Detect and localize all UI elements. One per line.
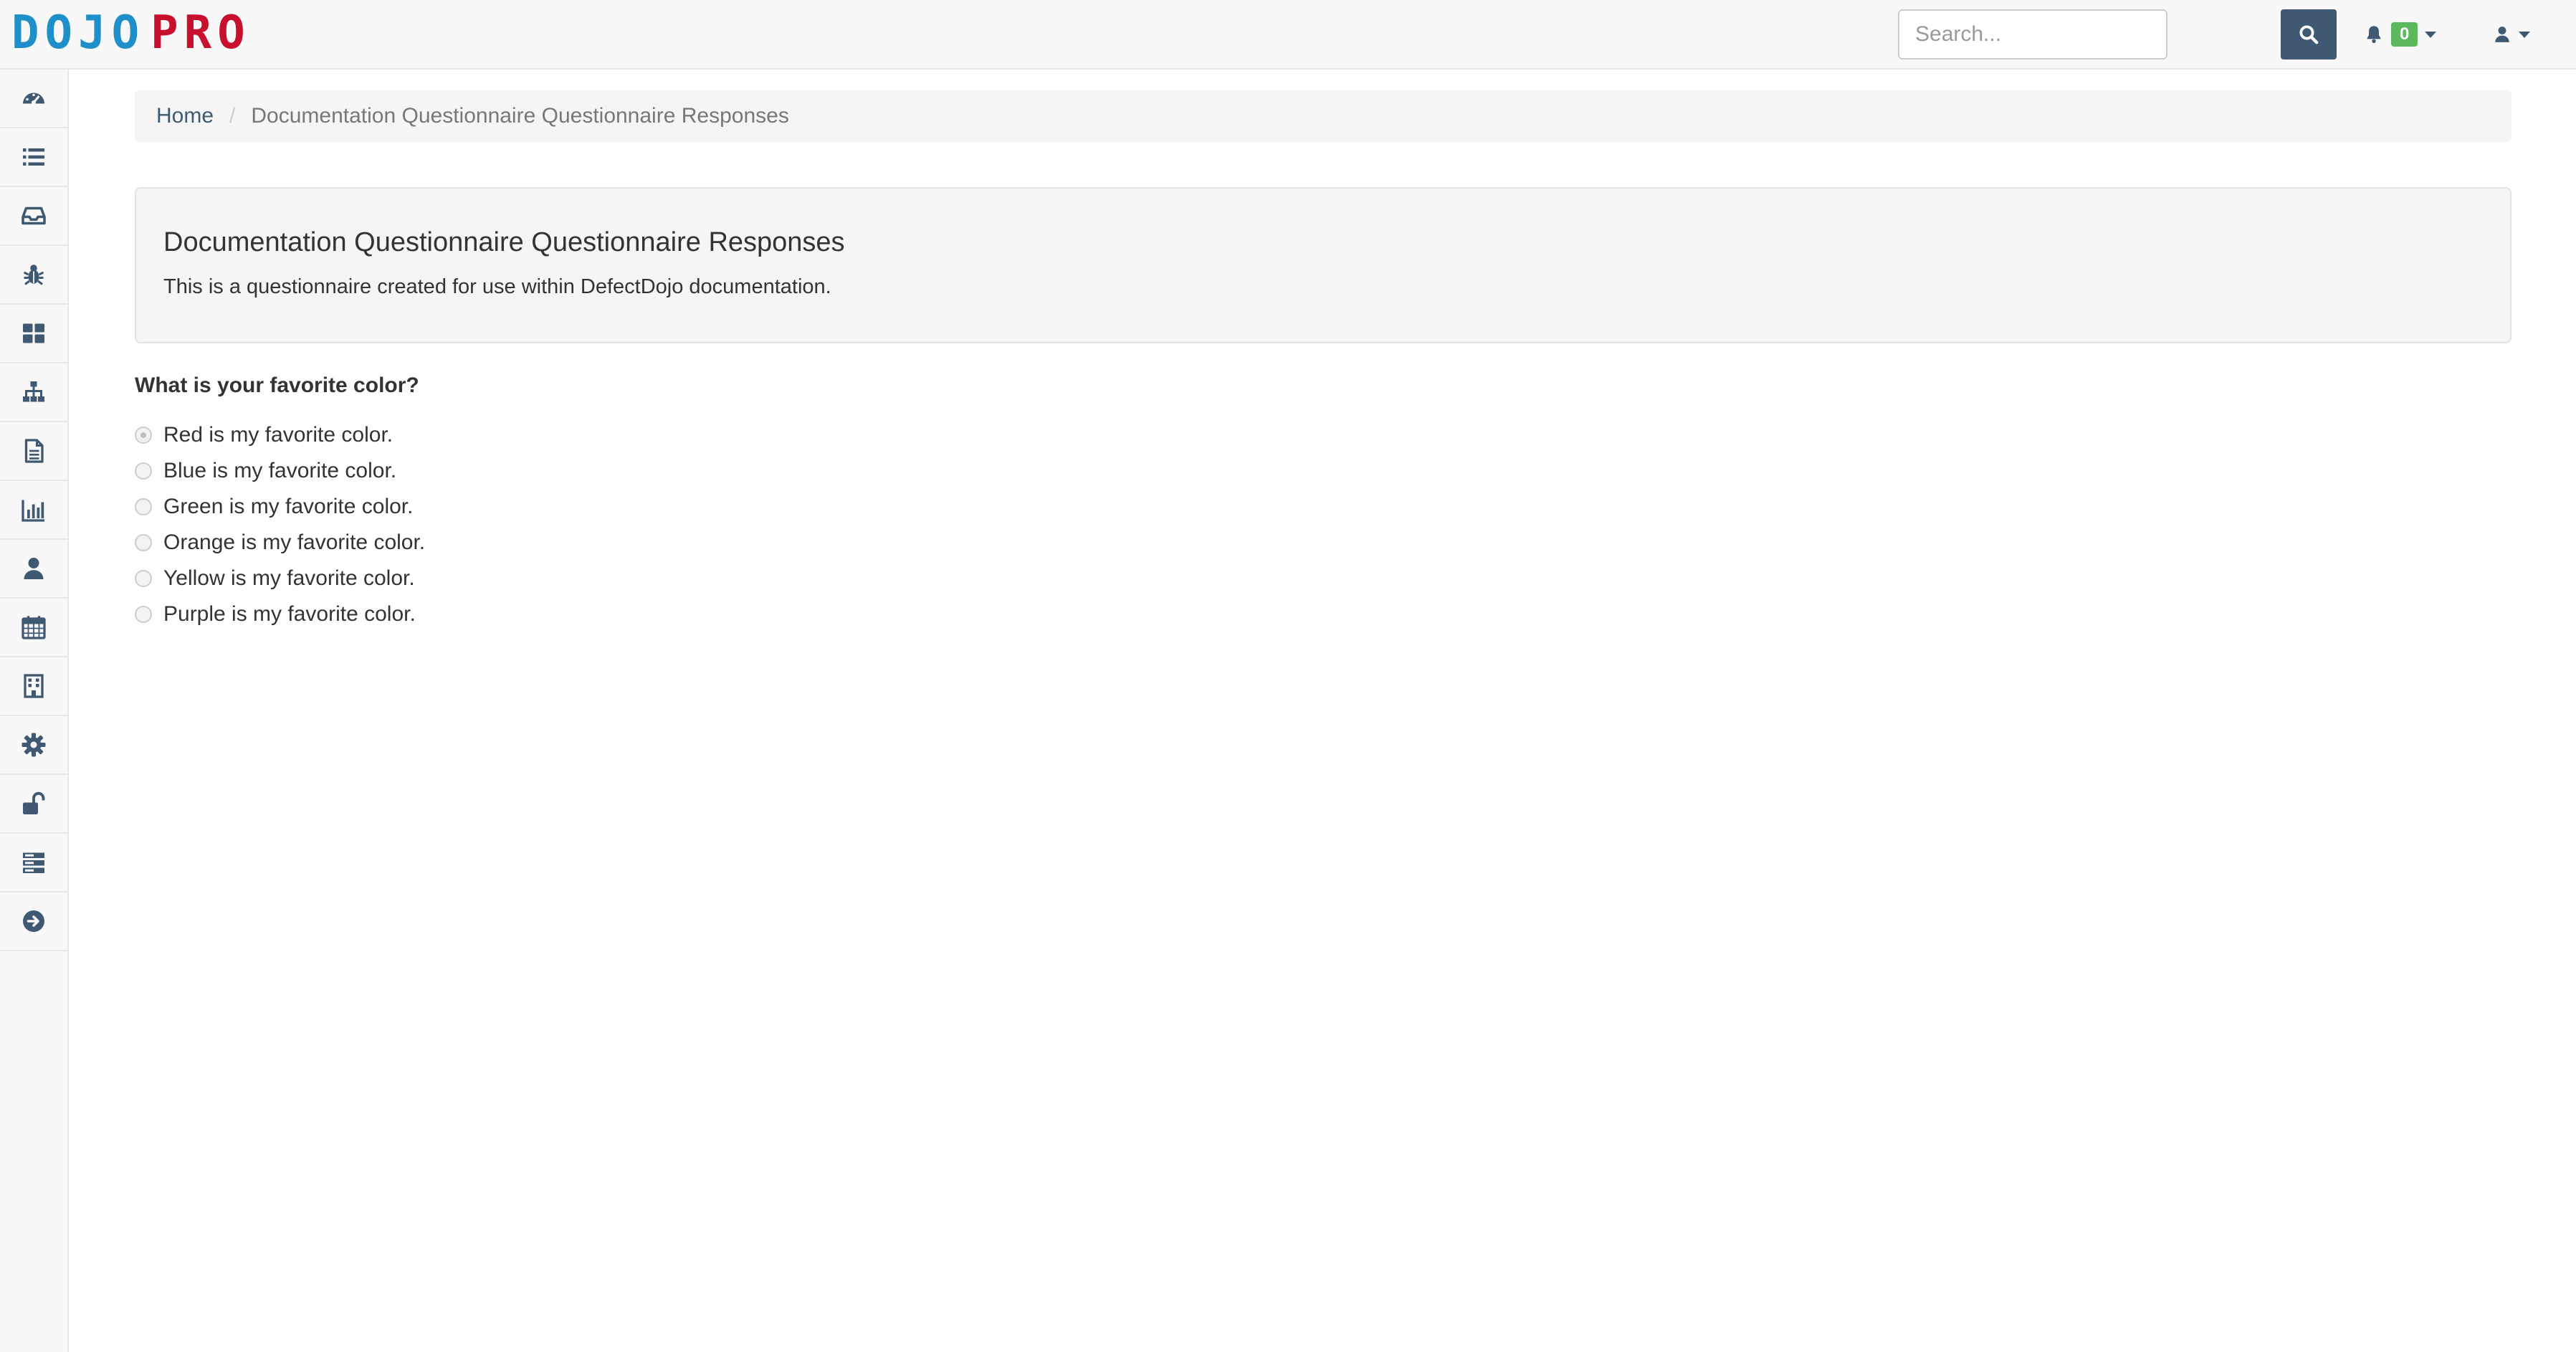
chevron-down-icon (2519, 31, 2530, 38)
answer-label: Purple is my favorite color. (163, 602, 416, 626)
gear-icon (22, 733, 46, 757)
notifications-dropdown[interactable]: 0 (2364, 20, 2437, 49)
questionnaire-description: This is a questionnaire created for use … (163, 275, 831, 298)
breadcrumb-separator: / (229, 104, 236, 128)
sidebar-item-endpoints[interactable] (0, 363, 67, 422)
inbox-icon (22, 206, 46, 225)
answer-label: Green is my favorite color. (163, 495, 414, 518)
server-icon (23, 852, 44, 873)
logo-text-pro: PRO (151, 6, 251, 59)
sidebar-item-calendar[interactable] (0, 599, 67, 657)
sidebar-item-system[interactable] (0, 834, 67, 892)
search-button[interactable] (2281, 9, 2337, 59)
calendar-icon (22, 616, 46, 639)
dojo-pro-logo[interactable]: DOJO PRO (11, 10, 284, 56)
user-icon (24, 558, 44, 579)
arrow-circle-right-icon (23, 910, 44, 932)
sidebar (0, 70, 69, 1352)
answer-label: Red is my favorite color. (163, 423, 393, 447)
search-container (1898, 9, 2167, 59)
sitemap-icon (23, 381, 44, 402)
building-icon (24, 674, 44, 698)
answer-option-orange[interactable]: Orange is my favorite color. (135, 525, 425, 561)
radio-button[interactable] (135, 498, 152, 515)
sidebar-item-reports[interactable] (0, 422, 67, 481)
answer-option-blue[interactable]: Blue is my favorite color. (135, 453, 425, 489)
sidebar-item-expand[interactable] (0, 892, 67, 951)
user-menu-dropdown[interactable] (2493, 20, 2530, 49)
search-icon (2299, 25, 2319, 44)
radio-button[interactable] (135, 606, 152, 623)
sidebar-item-findings[interactable] (0, 246, 67, 305)
sidebar-item-users[interactable] (0, 540, 67, 599)
sidebar-item-engagements[interactable] (0, 187, 67, 246)
sidebar-item-configuration[interactable] (0, 716, 67, 775)
document-icon (24, 439, 44, 463)
search-input[interactable] (1898, 9, 2167, 59)
answer-option-red[interactable]: Red is my favorite color. (135, 417, 425, 453)
answer-label: Blue is my favorite color. (163, 459, 397, 482)
notification-count-badge: 0 (2391, 22, 2418, 47)
sidebar-item-components[interactable] (0, 305, 67, 363)
answer-option-purple[interactable]: Purple is my favorite color. (135, 596, 425, 632)
bar-chart-icon (22, 500, 44, 522)
answer-option-green[interactable]: Green is my favorite color. (135, 489, 425, 525)
user-icon (2495, 27, 2509, 42)
logo-text-dojo: DOJO (11, 6, 146, 59)
answer-options: Red is my favorite color. Blue is my fav… (135, 417, 425, 632)
sidebar-item-organizations[interactable] (0, 657, 67, 716)
chevron-down-icon (2425, 31, 2437, 38)
answer-label: Yellow is my favorite color. (163, 566, 415, 590)
questionnaire-panel: Documentation Questionnaire Questionnair… (135, 187, 2511, 343)
radio-button[interactable] (135, 462, 152, 480)
breadcrumb-home-link[interactable]: Home (156, 104, 214, 128)
breadcrumb: Home / Documentation Questionnaire Quest… (135, 90, 2511, 142)
question-text: What is your favorite color? (135, 373, 419, 397)
top-navbar: DOJO PRO 0 (0, 0, 2576, 70)
unlock-icon (23, 791, 45, 814)
sidebar-item-dashboard[interactable] (0, 70, 67, 128)
answer-option-yellow[interactable]: Yellow is my favorite color. (135, 561, 425, 596)
answer-label: Orange is my favorite color. (163, 530, 426, 554)
sidebar-item-metrics[interactable] (0, 481, 67, 540)
radio-button[interactable] (135, 427, 152, 444)
bug-icon (23, 265, 44, 285)
list-icon (23, 148, 44, 166)
sidebar-item-products[interactable] (0, 128, 67, 187)
radio-button[interactable] (135, 534, 152, 551)
sidebar-item-authorization[interactable] (0, 775, 67, 834)
bell-icon (2367, 26, 2381, 44)
dashboard-icon (23, 92, 44, 105)
breadcrumb-current: Documentation Questionnaire Questionnair… (251, 104, 789, 128)
page-title: Documentation Questionnaire Questionnair… (163, 227, 845, 257)
grid-icon (23, 323, 44, 343)
radio-button[interactable] (135, 570, 152, 587)
